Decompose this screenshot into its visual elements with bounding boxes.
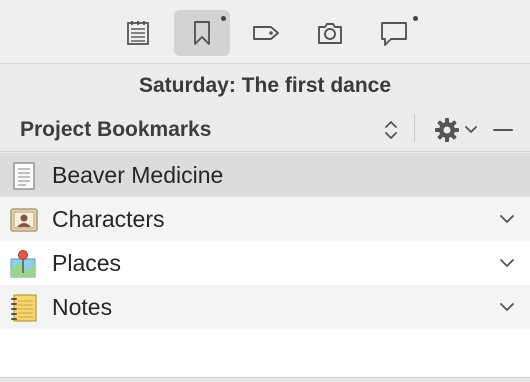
comment-icon bbox=[381, 22, 407, 46]
chevron-down-icon[interactable] bbox=[498, 298, 516, 316]
bookmark-scope-popup[interactable] bbox=[380, 116, 402, 144]
chevron-down-icon bbox=[464, 126, 477, 133]
bookmarks-header-label[interactable]: Project Bookmarks bbox=[20, 108, 211, 152]
bookmark-icon bbox=[194, 21, 210, 45]
chevron-down-icon[interactable] bbox=[498, 210, 516, 228]
camera-icon bbox=[318, 23, 342, 44]
metadata-tab-button[interactable] bbox=[238, 10, 294, 56]
character-card-icon bbox=[10, 208, 38, 232]
comments-tab-button[interactable] bbox=[366, 10, 422, 56]
list-item-label: Places bbox=[52, 250, 122, 276]
tag-icon bbox=[253, 26, 279, 40]
list-item[interactable]: Notes bbox=[0, 285, 530, 329]
bookmarks-action-menu-button[interactable] bbox=[428, 114, 482, 146]
inspector-toolbar bbox=[0, 0, 530, 64]
chevron-down-icon[interactable] bbox=[498, 254, 516, 272]
list-item-label: Characters bbox=[52, 206, 165, 232]
bookmarks-badge-dot bbox=[221, 16, 226, 21]
list-item[interactable]: Characters bbox=[0, 197, 530, 241]
bookmarks-header: Project Bookmarks bbox=[0, 108, 530, 152]
document-icon bbox=[13, 162, 35, 190]
gear-icon bbox=[434, 118, 459, 142]
map-pin-icon bbox=[10, 250, 36, 278]
calendar-icon bbox=[127, 21, 149, 45]
comments-badge-dot bbox=[413, 16, 418, 21]
list-item-label: Notes bbox=[52, 294, 113, 320]
minus-icon bbox=[493, 129, 513, 131]
bookmarks-tab-button[interactable] bbox=[174, 10, 230, 56]
remove-bookmark-button[interactable] bbox=[490, 116, 516, 144]
list-item[interactable]: Beaver Medicine bbox=[0, 153, 530, 197]
bookmark-list: Beaver Medicine Characters Places Notes bbox=[0, 153, 530, 382]
snapshots-tab-button[interactable] bbox=[302, 10, 358, 56]
header-divider bbox=[414, 114, 415, 142]
document-title: Saturday: The first dance bbox=[0, 64, 530, 108]
list-item-label: Beaver Medicine bbox=[52, 162, 224, 188]
notes-tab-button[interactable] bbox=[110, 10, 166, 56]
sort-stepper-icon bbox=[385, 121, 397, 139]
list-item[interactable]: Places bbox=[0, 241, 530, 285]
notepad-icon bbox=[11, 294, 37, 322]
list-bottom-divider bbox=[0, 377, 530, 382]
